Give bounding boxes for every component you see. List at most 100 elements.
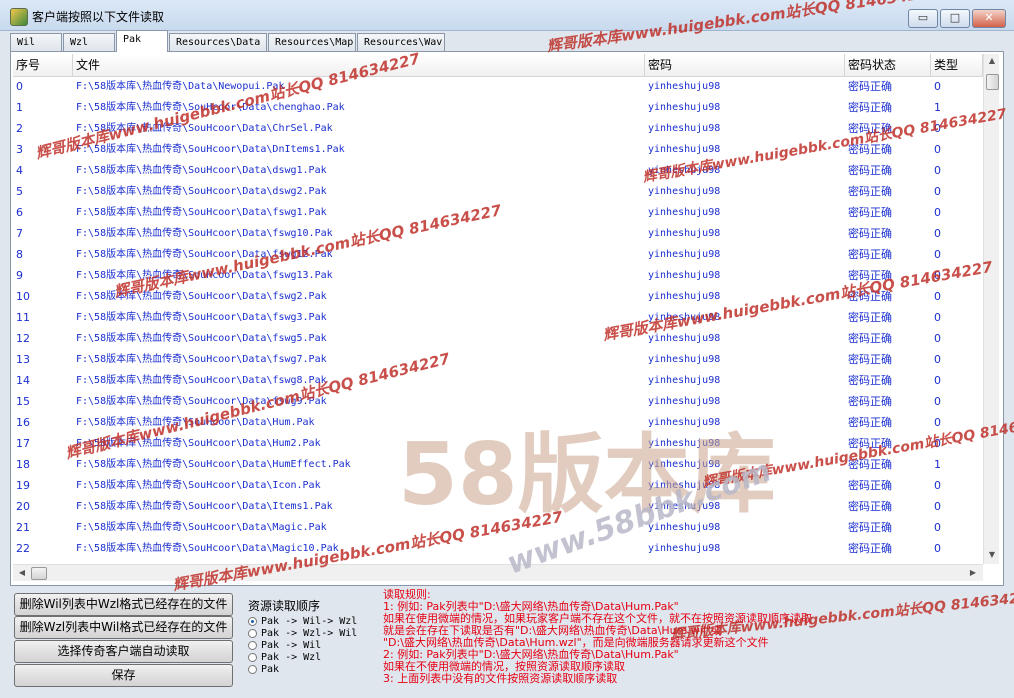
title-bar: 客户端按照以下文件读取 ▭ □ ✕ (0, 0, 1014, 31)
minimize-button[interactable]: ▭ (908, 9, 938, 28)
row-file-path: F:\58版本库\热血传奇\SouHcoor\Data\fswg7.Pak (76, 354, 327, 365)
resource-order-option-label: Pak -> Wzl-> Wil (261, 627, 358, 639)
radio-button-icon[interactable] (248, 640, 257, 650)
row-password: yinheshuju98 (648, 249, 721, 260)
window-title: 客户端按照以下文件读取 (32, 10, 165, 24)
tab-pak[interactable]: Pak (116, 30, 168, 52)
scroll-left-icon[interactable]: ◀ (14, 568, 30, 577)
scroll-down-icon[interactable]: ▼ (984, 550, 999, 559)
table-row[interactable]: 11 F:\58版本库\热血传奇\SouHcoor\Data\fswg3.Pak y… (13, 307, 983, 328)
row-number: 9 (16, 269, 23, 282)
table-row[interactable]: 13 F:\58版本库\热血传奇\SouHcoor\Data\fswg7.Pak y… (13, 349, 983, 370)
radio-button-icon[interactable] (248, 652, 257, 662)
table-row[interactable]: 2 F:\58版本库\热血传奇\SouHcoor\Data\ChrSel.Pak y… (13, 118, 983, 139)
row-type: 0 (934, 206, 941, 219)
tab-resources-data[interactable]: Resources\Data (169, 33, 267, 52)
row-password-status: 密码正确 (848, 80, 892, 93)
table-row[interactable]: 7 F:\58版本库\热血传奇\SouHcoor\Data\fswg10.Pak y… (13, 223, 983, 244)
row-password: yinheshuju98 (648, 228, 721, 239)
tab-wzl[interactable]: Wzl (63, 33, 115, 52)
resource-order-option-label: Pak -> Wzl (261, 651, 322, 663)
table-row[interactable]: 6 F:\58版本库\热血传奇\SouHcoor\Data\fswg1.Pak yi… (13, 202, 983, 223)
row-number: 13 (16, 353, 30, 366)
row-number: 16 (16, 416, 30, 429)
row-password: yinheshuju98 (648, 123, 721, 134)
resource-order-option[interactable]: Pak -> Wzl-> Wil (248, 627, 357, 639)
table-row[interactable]: 12 F:\58版本库\热血传奇\SouHcoor\Data\fswg5.Pak y… (13, 328, 983, 349)
list-header: 序号 文件 密码 密码状态 类型 (13, 54, 983, 77)
table-row[interactable]: 4 F:\58版本库\热血传奇\SouHcoor\Data\dswg1.Pak yi… (13, 160, 983, 181)
table-row[interactable]: 3 F:\58版本库\热血传奇\SouHcoor\Data\DnItems1.Pa… (13, 139, 983, 160)
read-rules: 读取规则: 1: 例如: Pak列表中"D:\盛大网络\热血传奇\Data\Hum… (383, 589, 1003, 685)
maximize-button[interactable]: □ (940, 9, 970, 28)
column-header-file[interactable]: 文件 (73, 54, 645, 76)
table-row[interactable]: 22 F:\58版本库\热血传奇\SouHcoor\Data\Magic10.Pa… (13, 538, 983, 559)
row-number: 10 (16, 290, 30, 303)
row-type: 0 (934, 269, 941, 282)
save-button[interactable]: 保存 (14, 664, 233, 687)
tab-wil[interactable]: Wil (10, 33, 62, 52)
row-password-status: 密码正确 (848, 416, 892, 429)
vertical-scrollbar[interactable]: ▲ ▼ (983, 54, 999, 564)
radio-button-icon[interactable] (248, 664, 257, 674)
row-file-path: F:\58版本库\热血传奇\SouHcoor\Data\fswg10.Pak (76, 228, 333, 239)
row-password-status: 密码正确 (848, 164, 892, 177)
tab-resources-wav[interactable]: Resources\Wav (357, 33, 445, 52)
row-password: yinheshuju98 (648, 312, 721, 323)
row-password-status: 密码正确 (848, 122, 892, 135)
column-header-type[interactable]: 类型 (931, 54, 983, 76)
row-password-status: 密码正确 (848, 185, 892, 198)
table-row[interactable]: 5 F:\58版本库\热血传奇\SouHcoor\Data\dswg2.Pak yi… (13, 181, 983, 202)
auto-read-client-button[interactable]: 选择传奇客户端自动读取 (14, 640, 233, 663)
horizontal-scrollbar[interactable]: ◀ ▶ (13, 564, 983, 581)
row-type: 1 (934, 101, 941, 114)
delete-wzl-duplicates-button[interactable]: 删除Wzl列表中Wil格式已经存在的文件 (14, 616, 233, 639)
table-row[interactable]: 14 F:\58版本库\热血传奇\SouHcoor\Data\fswg8.Pak y… (13, 370, 983, 391)
row-password-status: 密码正确 (848, 332, 892, 345)
close-button[interactable]: ✕ (972, 9, 1006, 28)
row-password: yinheshuju98 (648, 291, 721, 302)
column-header-password[interactable]: 密码 (645, 54, 845, 76)
column-header-no[interactable]: 序号 (13, 54, 73, 76)
row-file-path: F:\58版本库\热血传奇\SouHcoor\Data\fswg3.Pak (76, 312, 327, 323)
row-type: 0 (934, 416, 941, 429)
resource-order-option[interactable]: Pak -> Wzl (248, 651, 321, 663)
resource-order-option[interactable]: Pak (248, 663, 279, 675)
row-file-path: F:\58版本库\热血传奇\Data\Newopui.Pak (76, 81, 285, 92)
row-number: 1 (16, 101, 23, 114)
row-password-status: 密码正确 (848, 311, 892, 324)
row-number: 19 (16, 479, 30, 492)
app-icon (10, 8, 28, 26)
row-type: 0 (934, 143, 941, 156)
radio-button-icon[interactable] (248, 628, 257, 638)
row-password: yinheshuju98 (648, 165, 721, 176)
row-password-status: 密码正确 (848, 206, 892, 219)
column-header-password-status[interactable]: 密码状态 (845, 54, 931, 76)
row-password-status: 密码正确 (848, 101, 892, 114)
delete-wil-duplicates-button[interactable]: 删除Wil列表中Wzl格式已经存在的文件 (14, 593, 233, 616)
row-number: 6 (16, 206, 23, 219)
scroll-up-icon[interactable]: ▲ (984, 56, 999, 65)
row-file-path: F:\58版本库\热血传奇\SouHcoor\Data\fswg2.Pak (76, 291, 327, 302)
scroll-right-icon[interactable]: ▶ (965, 568, 981, 577)
row-number: 12 (16, 332, 30, 345)
resource-order-option[interactable]: Pak -> Wil-> Wzl (248, 615, 357, 627)
horizontal-scroll-thumb[interactable] (31, 567, 47, 580)
table-row[interactable]: 1 F:\58版本库\热血传奇\SouHcoor\Data\chenghao.Pa… (13, 97, 983, 118)
table-row[interactable]: 10 F:\58版本库\热血传奇\SouHcoor\Data\fswg2.Pak y… (13, 286, 983, 307)
table-row[interactable]: 8 F:\58版本库\热血传奇\SouHcoor\Data\fswg12.Pak y… (13, 244, 983, 265)
tab-resources-map[interactable]: Resources\Map (268, 33, 356, 52)
row-password: yinheshuju98 (648, 144, 721, 155)
row-file-path: F:\58版本库\热血传奇\SouHcoor\Data\fswg12.Pak (76, 249, 333, 260)
row-type: 0 (934, 248, 941, 261)
resource-order-option-label: Pak (261, 663, 280, 675)
table-row[interactable]: 9 F:\58版本库\热血传奇\SouHcoor\Data\fswg13.Pak y… (13, 265, 983, 286)
vertical-scroll-thumb[interactable] (986, 74, 999, 90)
row-number: 8 (16, 248, 23, 261)
table-row[interactable]: 0 F:\58版本库\热血传奇\Data\Newopui.Pak yinheshuj… (13, 76, 983, 97)
row-file-path: F:\58版本库\热血传奇\SouHcoor\Data\fswg8.Pak (76, 375, 327, 386)
resource-order-option[interactable]: Pak -> Wil (248, 639, 321, 651)
radio-button-icon[interactable] (248, 616, 257, 626)
row-password-status: 密码正确 (848, 500, 892, 513)
row-type: 0 (934, 80, 941, 93)
